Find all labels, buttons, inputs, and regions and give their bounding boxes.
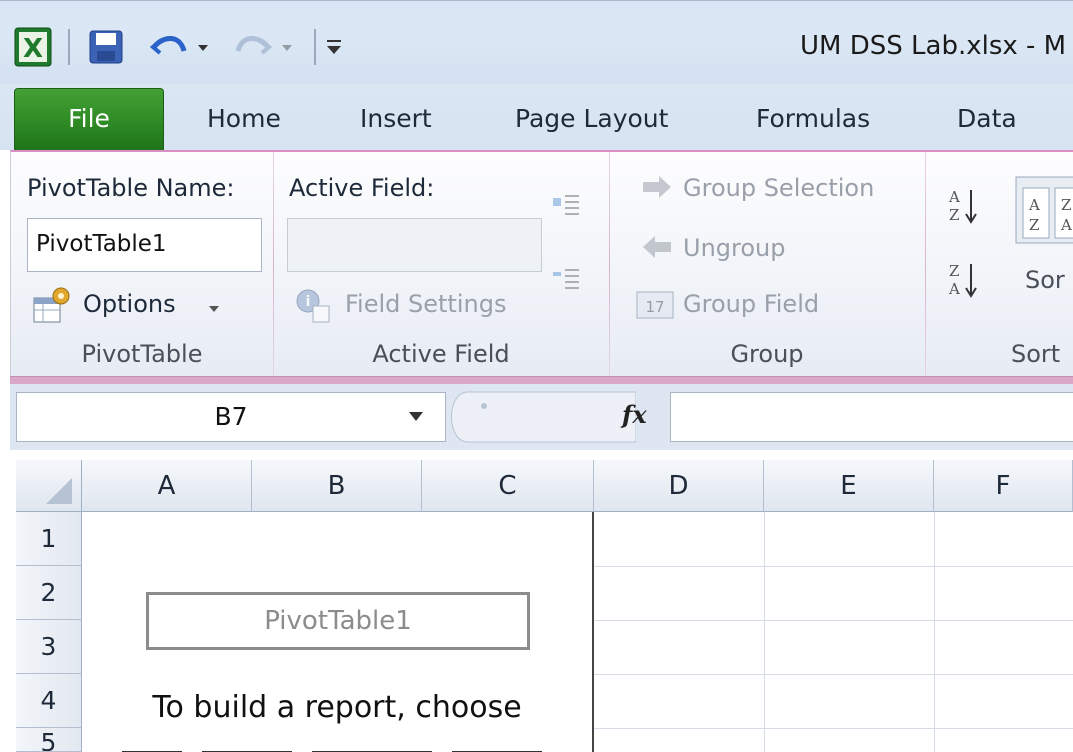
customize-qat-icon[interactable] <box>324 35 344 59</box>
formula-bar: B7 fx <box>10 384 1073 451</box>
excel-app-icon[interactable]: X <box>14 27 52 67</box>
field-settings-button[interactable]: Field Settings <box>345 290 506 318</box>
options-dropdown-icon[interactable] <box>207 300 221 312</box>
worksheet-grid: A B C D E F 1 2 3 4 5 PivotTable1 To bui… <box>10 450 1073 752</box>
column-header-a[interactable]: A <box>82 460 252 512</box>
group-selection-button[interactable]: Group Selection <box>683 174 874 202</box>
save-icon[interactable] <box>88 29 124 65</box>
svg-text:A: A <box>1060 216 1072 234</box>
column-header-d[interactable]: D <box>594 460 764 512</box>
svg-text:Z: Z <box>1061 196 1071 214</box>
options-button[interactable]: Options <box>83 290 176 318</box>
pivottable-instruction: To build a report, choose <box>152 690 522 725</box>
tab-insert[interactable]: Insert <box>360 104 432 133</box>
collapse-field-icon[interactable] <box>551 264 581 294</box>
svg-text:A: A <box>948 280 960 298</box>
tab-formulas[interactable]: Formulas <box>756 104 870 133</box>
insert-function-button[interactable]: fx <box>622 400 647 429</box>
tab-page-layout[interactable]: Page Layout <box>515 104 668 133</box>
field-settings-icon: i <box>295 288 331 324</box>
options-icon <box>31 286 71 326</box>
column-header-f[interactable]: F <box>934 460 1073 512</box>
title-bar: X UM DSS Lab.xlsx - M <box>0 0 1073 85</box>
group-field-icon: 17 <box>635 288 675 322</box>
active-field-input[interactable] <box>287 218 542 272</box>
formula-input[interactable] <box>670 392 1073 442</box>
row-header-4[interactable]: 4 <box>16 674 82 728</box>
gridline <box>764 512 765 752</box>
pivottable-placeholder[interactable]: PivotTable1 To build a report, choose <box>82 512 594 752</box>
sort-group-label: Sort <box>1011 340 1061 368</box>
tab-data[interactable]: Data <box>957 104 1017 133</box>
svg-text:Z: Z <box>949 262 959 280</box>
column-header-b[interactable]: B <box>252 460 422 512</box>
active-field-label: Active Field: <box>289 174 435 202</box>
qat-separator <box>68 29 70 65</box>
sort-z-to-a-icon[interactable]: Z A <box>947 260 981 300</box>
ribbon: PivotTable Name: PivotTable1 Options Piv… <box>10 150 1073 384</box>
row-header-3[interactable]: 3 <box>16 620 82 674</box>
gridline <box>594 566 1073 567</box>
undo-icon[interactable] <box>149 29 190 65</box>
name-box-dropdown-icon[interactable] <box>406 408 426 424</box>
row-header-2[interactable]: 2 <box>16 566 82 620</box>
ungroup-icon <box>639 232 675 262</box>
group-group-label: Group <box>730 340 804 368</box>
tab-file[interactable]: File <box>14 88 164 151</box>
gridline <box>594 728 1073 729</box>
group-selection-icon <box>639 172 675 202</box>
pivottable-group-label: PivotTable <box>81 340 203 368</box>
svg-text:X: X <box>23 34 43 64</box>
column-header-e[interactable]: E <box>764 460 934 512</box>
pivottable-title-box: PivotTable1 <box>146 592 530 650</box>
group-field-button[interactable]: Group Field <box>683 290 819 318</box>
undo-dropdown-icon[interactable] <box>196 39 210 53</box>
ungroup-button[interactable]: Ungroup <box>683 234 785 262</box>
expand-field-icon[interactable] <box>551 190 581 220</box>
svg-text:17: 17 <box>645 298 664 316</box>
pivottable-name-label: PivotTable Name: <box>27 174 235 202</box>
row-header-5[interactable]: 5 <box>16 728 82 752</box>
active-field-group-label: Active Field <box>372 340 510 368</box>
pivottable-instruction-continued <box>122 742 552 752</box>
select-all-button[interactable] <box>16 460 82 512</box>
sort-a-to-z-icon[interactable]: A Z <box>947 186 981 226</box>
formula-bar-resize-handle[interactable] <box>440 388 637 446</box>
redo-dropdown-icon[interactable] <box>280 39 294 53</box>
svg-text:Z: Z <box>949 206 959 224</box>
gridline <box>594 620 1073 621</box>
svg-text:Z: Z <box>1029 216 1039 234</box>
row-header-1[interactable]: 1 <box>16 512 82 566</box>
qat-separator <box>314 29 316 65</box>
redo-icon[interactable] <box>232 29 273 65</box>
gridline <box>594 674 1073 675</box>
group-separator <box>925 152 926 380</box>
tab-home[interactable]: Home <box>207 104 281 133</box>
gridline <box>934 512 935 752</box>
svg-text:A: A <box>1028 196 1040 214</box>
sort-dialog-icon[interactable]: A Z Z A <box>1015 176 1073 244</box>
pivottable-name-input[interactable]: PivotTable1 <box>27 218 262 272</box>
column-header-c[interactable]: C <box>422 460 594 512</box>
window-title: UM DSS Lab.xlsx - M <box>800 31 1067 61</box>
svg-text:A: A <box>948 188 960 206</box>
sort-button[interactable]: Sor <box>1025 266 1065 294</box>
svg-text:i: i <box>306 294 311 310</box>
name-box[interactable]: B7 <box>16 392 446 442</box>
